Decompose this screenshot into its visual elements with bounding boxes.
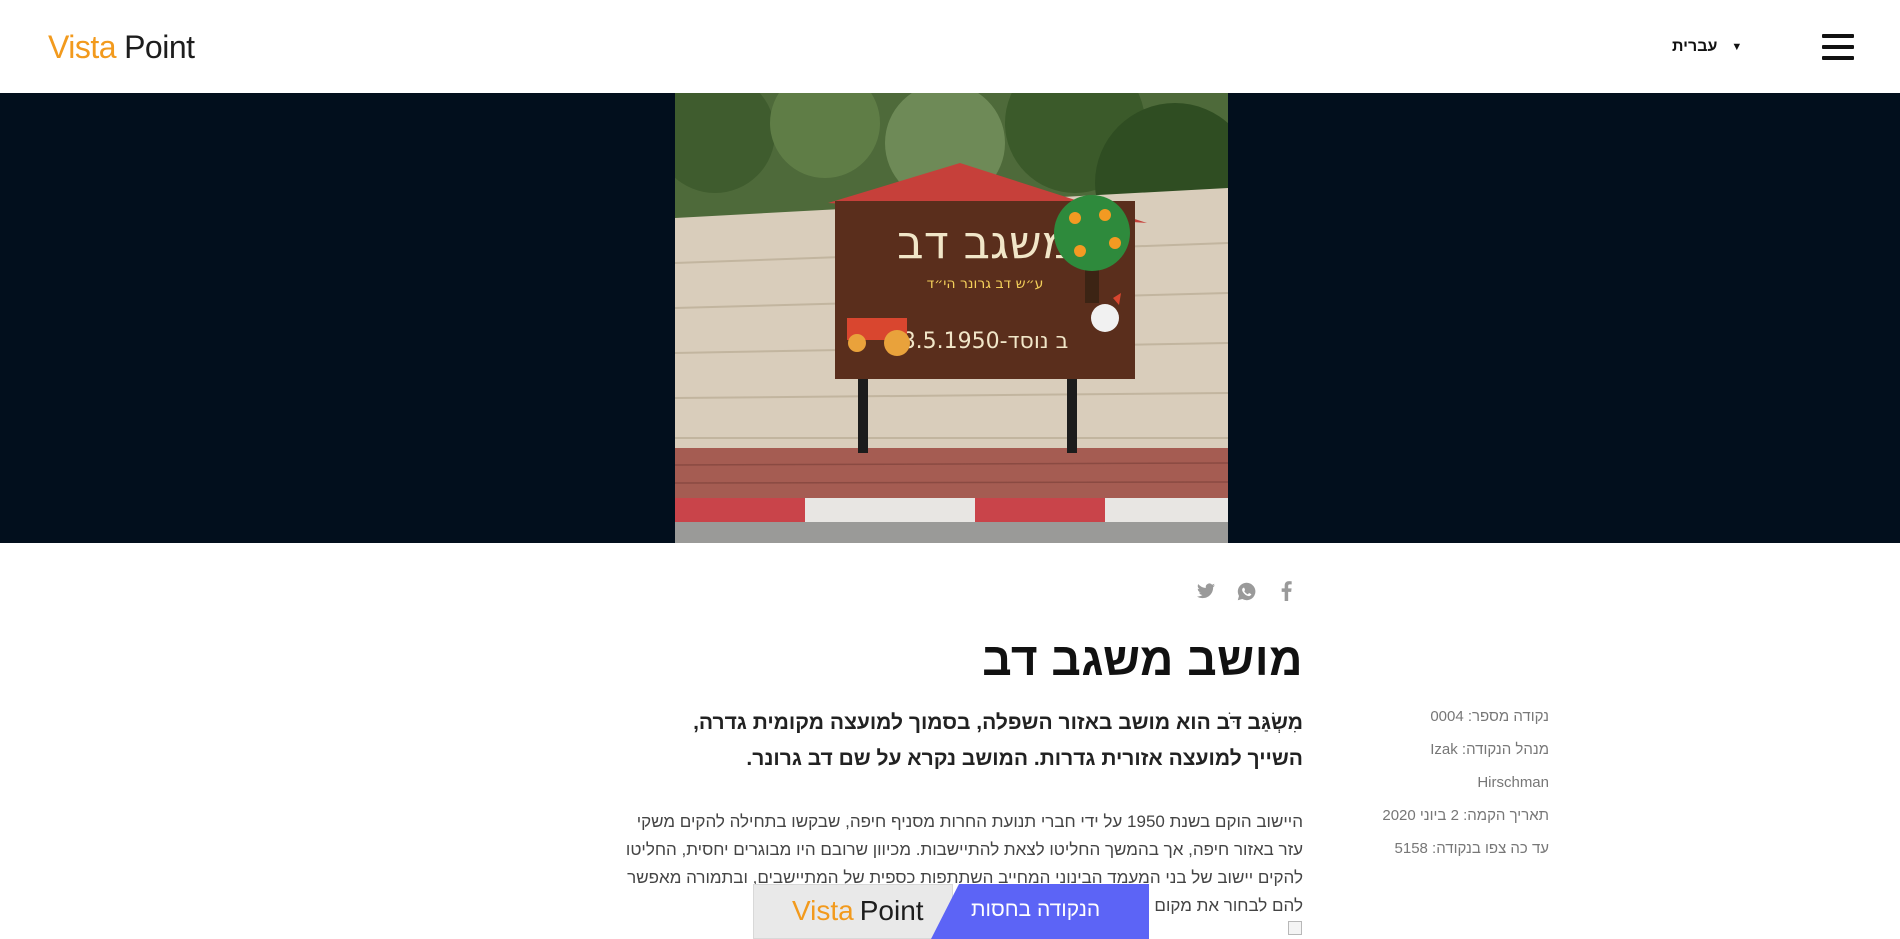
promo-logo: Vista Point — [792, 895, 924, 927]
promo-logo-word-vista: Vista — [792, 895, 854, 926]
hero-photo: משגב דב ע״ש דב גרונר הי״ד 8.5.1950-ב נוס… — [675, 93, 1228, 543]
share-bar — [1196, 580, 1296, 602]
language-label: עברית — [1672, 38, 1718, 55]
point-number: נקודה מספר: 0004 — [1430, 708, 1549, 725]
page-title: מושב משגב דב — [982, 633, 1303, 685]
article-lead: מִשְׂגַּב דֹּב הוא מושב באזור השפלה, בסמ… — [693, 711, 1303, 770]
chevron-down-icon: ▼ — [1731, 41, 1743, 53]
view-count: עד כה צפו בנקודה: 5158 — [1394, 840, 1549, 857]
point-details: נקודה מספר: 0004 מנהל הנקודה: Izak Hirsc… — [1374, 700, 1549, 865]
hero-banner: משגב דב ע״ש דב גרונר הי״ד 8.5.1950-ב נוס… — [0, 93, 1900, 543]
promo-logo-word-point: Point — [859, 895, 924, 926]
site-logo[interactable]: Vista Point — [48, 26, 195, 66]
broken-image-icon — [1288, 921, 1302, 935]
sponsored-point-banner[interactable]: Vista Point הנקודה בחסות — [753, 884, 1149, 939]
promo-logo-area: Vista Point — [753, 884, 953, 939]
site-header: Vista Point עברית ▼ — [0, 0, 1900, 94]
logo-word-point: Point — [124, 29, 195, 65]
language-selector[interactable]: עברית ▼ — [1672, 38, 1742, 56]
point-manager: מנהל הנקודה: Izak Hirschman — [1430, 741, 1549, 791]
whatsapp-icon[interactable] — [1236, 580, 1256, 602]
svg-text:ע״ש דב גרונר הי״ד: ע״ש דב גרונר הי״ד — [927, 276, 1044, 292]
facebook-icon[interactable] — [1276, 580, 1296, 602]
promo-label-area: הנקודה בחסות — [931, 884, 1149, 939]
svg-text:משגב דב: משגב דב — [897, 215, 1073, 269]
sign-photo-illustration: משגב דב ע״ש דב גרונר הי״ד 8.5.1950-ב נוס… — [675, 93, 1228, 543]
promo-label: הנקודה בחסות — [971, 898, 1101, 921]
established-date: תאריך הקמה: 2 ביוני 2020 — [1382, 807, 1549, 824]
logo-word-vista: Vista — [48, 29, 117, 65]
hamburger-menu-icon[interactable] — [1822, 34, 1854, 60]
svg-text:8.5.1950-ב נוסד: 8.5.1950-ב נוסד — [902, 329, 1069, 354]
twitter-icon[interactable] — [1196, 580, 1216, 602]
